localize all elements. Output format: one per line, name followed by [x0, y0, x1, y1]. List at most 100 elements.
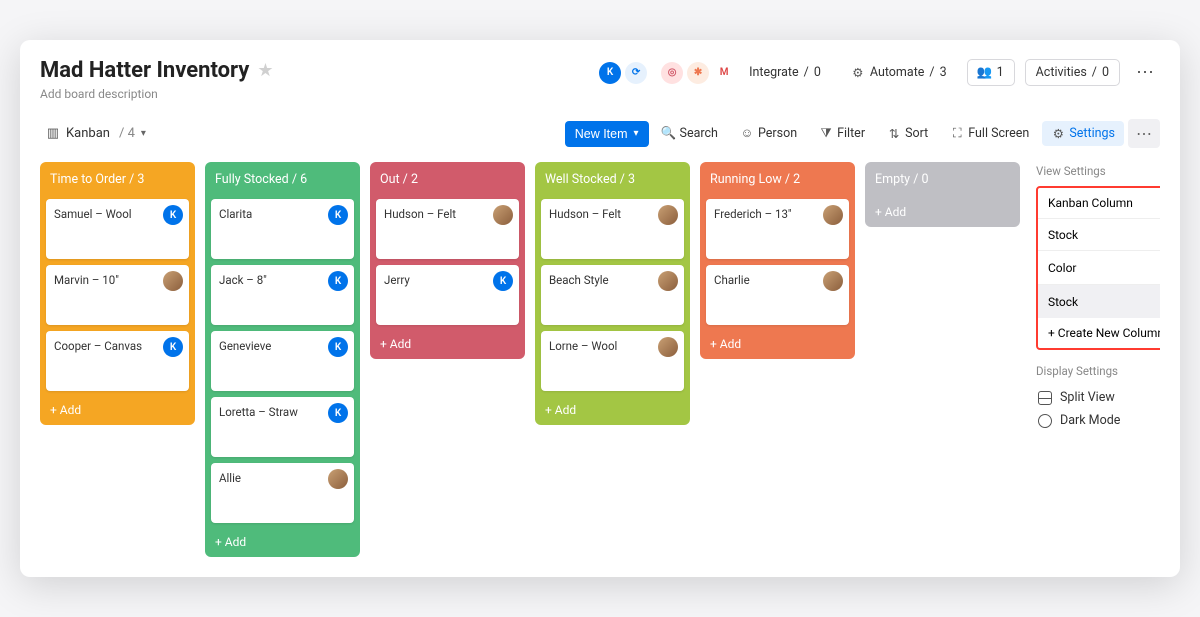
- kanban-column-panel: Kanban Column ⓘ Stock × ▴ Color≡Stock≡ +…: [1036, 186, 1160, 350]
- kanban-card[interactable]: Cooper – Canvas K: [46, 331, 189, 391]
- person-icon: ☺: [740, 127, 754, 141]
- add-card-button[interactable]: + Add: [376, 331, 519, 353]
- integration-badges[interactable]: ◎ ✱ M: [661, 62, 735, 84]
- column-option[interactable]: Stock≡: [1038, 285, 1160, 318]
- card-title: Clarita: [219, 207, 252, 221]
- create-new-column[interactable]: + Create New Column: [1038, 318, 1160, 348]
- avatar-photo[interactable]: [163, 271, 183, 291]
- column-header[interactable]: Fully Stocked / 6: [211, 168, 354, 193]
- activities-button[interactable]: Activities / 0: [1025, 59, 1120, 86]
- add-card-button[interactable]: + Add: [871, 199, 1014, 221]
- sort-button[interactable]: ⇅Sort: [878, 121, 937, 146]
- filter-button[interactable]: ⧩Filter: [810, 121, 874, 146]
- card-title: Cooper – Canvas: [54, 339, 142, 353]
- kanban-card[interactable]: Genevieve K: [211, 331, 354, 391]
- card-title: Jack – 8": [219, 273, 267, 287]
- column-header[interactable]: Well Stocked / 3: [541, 168, 684, 193]
- kanban-icon: ▥: [46, 127, 60, 141]
- kanban-card[interactable]: Allie: [211, 463, 354, 523]
- selected-column-row[interactable]: Stock × ▴: [1038, 219, 1160, 251]
- kanban-card[interactable]: Loretta – StrawK: [211, 397, 354, 457]
- avatar-photo[interactable]: [823, 205, 843, 225]
- activities-label: Activities: [1036, 65, 1087, 80]
- search-icon: 🔍: [662, 127, 676, 141]
- person-button[interactable]: ☺Person: [731, 121, 806, 146]
- avatar-letter[interactable]: K: [493, 271, 513, 291]
- kanban-card[interactable]: Lorne – Wool: [541, 331, 684, 391]
- column-header[interactable]: Out / 2: [376, 168, 519, 193]
- favorite-star-icon[interactable]: ★: [257, 60, 273, 81]
- avatar-photo[interactable]: [823, 271, 843, 291]
- automate-count: 3: [940, 65, 947, 80]
- panel-heading-row: Kanban Column ⓘ: [1038, 188, 1160, 219]
- kanban-card[interactable]: Frederich – 13": [706, 199, 849, 259]
- view-label: Kanban: [66, 126, 110, 141]
- avatar-letter[interactable]: K: [328, 337, 348, 357]
- kanban-card[interactable]: Charlie: [706, 265, 849, 325]
- add-card-button[interactable]: + Add: [211, 529, 354, 551]
- dark-mode-toggle[interactable]: Dark Mode: [1036, 409, 1160, 432]
- automate-label: Automate: [870, 65, 925, 80]
- new-item-button[interactable]: New Item ▾: [565, 121, 649, 147]
- kanban-column-label: Kanban Column: [1048, 196, 1133, 210]
- avatar-photo[interactable]: [658, 205, 678, 225]
- chevron-down-icon: ▾: [634, 128, 639, 139]
- view-selector[interactable]: ▥ Kanban / 4 ▾: [40, 122, 152, 145]
- kanban-column: Out / 2 Hudson – Felt Jerry K + Add: [370, 162, 525, 359]
- avatar-letter[interactable]: K: [328, 271, 348, 291]
- avatar-letter[interactable]: K: [163, 337, 183, 357]
- board-description[interactable]: Add board description: [40, 87, 274, 101]
- avatar-photo[interactable]: [493, 205, 513, 225]
- avatar-letter[interactable]: K: [163, 205, 183, 225]
- split-view-toggle[interactable]: Split View: [1036, 386, 1160, 409]
- avatar-photo[interactable]: [658, 337, 678, 357]
- header-more-icon[interactable]: ⋯: [1130, 58, 1160, 87]
- view-settings-heading: View Settings: [1036, 164, 1160, 178]
- moon-icon: [1036, 412, 1054, 430]
- column-header[interactable]: Time to Order / 3: [46, 168, 189, 193]
- kanban-column: Time to Order / 3 Samuel – WoolKMarvin – …: [40, 162, 195, 425]
- add-card-button[interactable]: + Add: [706, 331, 849, 353]
- kanban-card[interactable]: Hudson – Felt: [541, 199, 684, 259]
- card-title: Genevieve: [219, 339, 271, 353]
- toolbar-more-icon[interactable]: ⋯: [1128, 119, 1160, 148]
- automate-button[interactable]: ⚙ Automate / 3: [841, 60, 957, 85]
- column-option-label: Stock: [1048, 295, 1078, 309]
- kanban-card[interactable]: Beach Style: [541, 265, 684, 325]
- column-option[interactable]: Color≡: [1038, 251, 1160, 285]
- people-icon: 👥: [978, 66, 992, 80]
- kanban-card[interactable]: Marvin – 10": [46, 265, 189, 325]
- avatar-photo[interactable]: [328, 469, 348, 489]
- card-title: Hudson – Felt: [549, 207, 621, 221]
- add-card-button[interactable]: + Add: [541, 397, 684, 419]
- card-title: Jerry: [384, 273, 410, 287]
- filter-icon: ⧩: [819, 127, 833, 141]
- title-block: Mad Hatter Inventory ★ Add board descrip…: [40, 58, 274, 101]
- toolbar: ▥ Kanban / 4 ▾ New Item ▾ 🔍Search ☺Perso…: [40, 119, 1160, 148]
- members-button[interactable]: 👥 1: [967, 59, 1015, 86]
- split-view-icon: [1038, 391, 1052, 405]
- search-button[interactable]: 🔍Search: [653, 121, 727, 146]
- kanban-card[interactable]: Hudson – Felt: [376, 199, 519, 259]
- settings-button[interactable]: ⚙Settings: [1042, 121, 1124, 146]
- full-screen-button[interactable]: ⛶Full Screen: [941, 121, 1038, 146]
- selected-column-label: Stock: [1048, 228, 1078, 242]
- kanban-column: Fully Stocked / 6ClaritaKJack – 8"KGenev…: [205, 162, 360, 557]
- kanban-card[interactable]: Jack – 8" K: [211, 265, 354, 325]
- integration-avatars[interactable]: K ⟳: [599, 62, 647, 84]
- integrate-button[interactable]: Integrate / 0: [745, 60, 831, 85]
- kanban-column: Running Low / 2 Frederich – 13" Charlie + A…: [700, 162, 855, 359]
- avatar-photo[interactable]: [658, 271, 678, 291]
- header-actions: K ⟳ ◎ ✱ M Integrate / 0 ⚙ Automate / 3 👥: [599, 58, 1160, 87]
- card-title: Frederich – 13": [714, 207, 792, 221]
- column-header[interactable]: Running Low / 2: [706, 168, 849, 193]
- avatar-letter[interactable]: K: [328, 205, 348, 225]
- kanban-card[interactable]: Jerry K: [376, 265, 519, 325]
- card-title: Allie: [219, 471, 241, 485]
- kanban-card[interactable]: Samuel – WoolK: [46, 199, 189, 259]
- chevron-down-icon: ▾: [141, 128, 146, 139]
- add-card-button[interactable]: + Add: [46, 397, 189, 419]
- column-header[interactable]: Empty / 0: [871, 168, 1014, 193]
- kanban-card[interactable]: Clarita K: [211, 199, 354, 259]
- avatar-letter[interactable]: K: [328, 403, 348, 423]
